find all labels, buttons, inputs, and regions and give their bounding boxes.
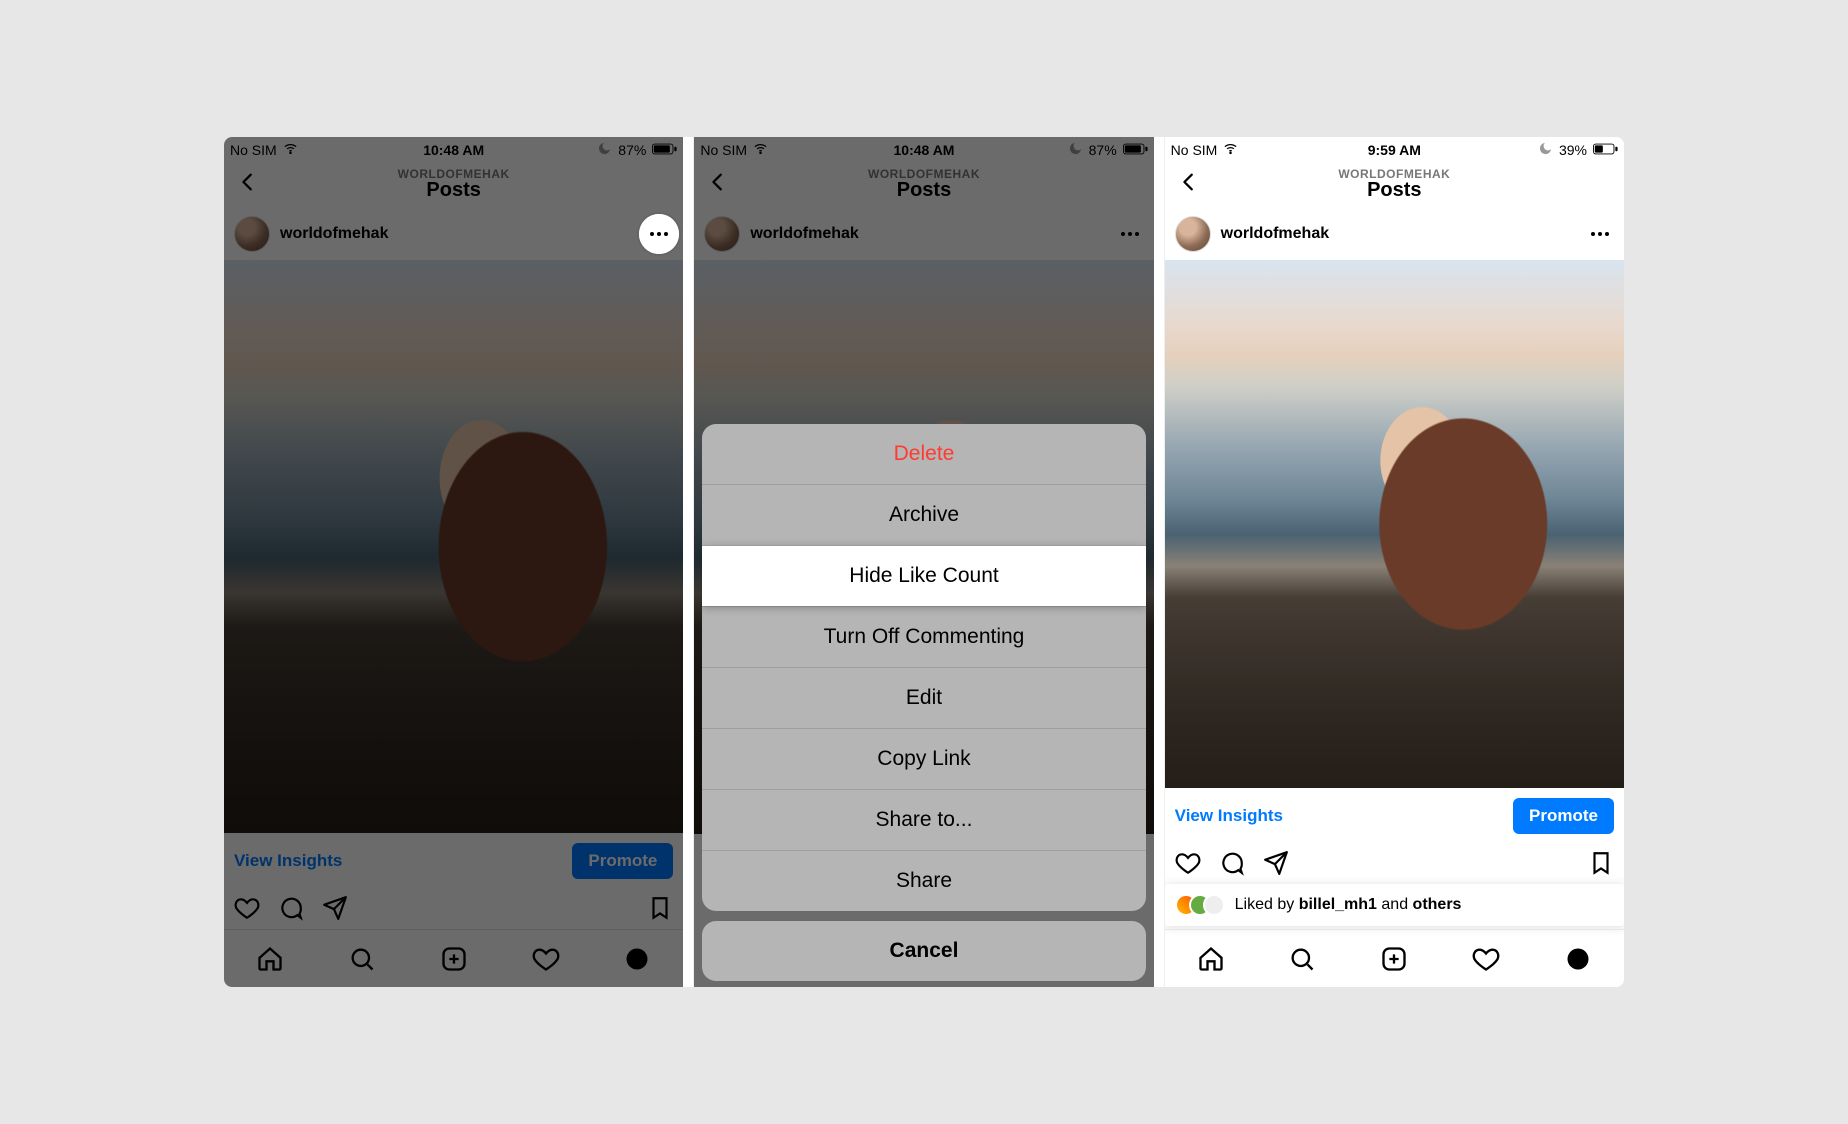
battery-percent: 87% [618, 142, 646, 158]
promote-button[interactable]: Promote [1513, 798, 1614, 834]
carrier-text: No SIM [700, 142, 747, 158]
header-title: Posts [694, 179, 1153, 202]
sheet-item-archive[interactable]: Archive [702, 484, 1145, 545]
like-icon[interactable] [234, 895, 260, 921]
post-username[interactable]: worldofmehak [750, 225, 858, 243]
post-more-button[interactable] [1116, 220, 1144, 248]
post-header: worldofmehak [1165, 208, 1624, 260]
screen-2: No SIM 10:48 AM 87% WORLDOFMEHAK [693, 137, 1153, 987]
share-icon[interactable] [322, 895, 348, 921]
avatar[interactable] [1175, 216, 1211, 252]
back-button[interactable] [1175, 171, 1203, 199]
screen-3: No SIM 9:59 AM 39% WORLDOFMEHAK [1164, 137, 1624, 987]
status-bar: No SIM 9:59 AM 39% [1165, 137, 1624, 163]
save-icon[interactable] [647, 895, 673, 921]
tab-search[interactable] [347, 944, 377, 974]
likes-facepile [1175, 894, 1225, 916]
nav-header: WORLDOFMEHAK Posts [1165, 163, 1624, 208]
post-header: worldofmehak [224, 208, 683, 260]
insights-row: View Insights Promote [224, 833, 683, 889]
nav-header: WORLDOFMEHAK Posts [224, 163, 683, 208]
clock-text: 10:48 AM [350, 142, 557, 158]
dnd-moon-icon [1068, 141, 1083, 159]
tab-bar [224, 929, 683, 987]
battery-percent: 87% [1089, 142, 1117, 158]
header-title: Posts [224, 179, 683, 202]
header-title: Posts [1165, 179, 1624, 202]
view-insights-link[interactable]: View Insights [1175, 806, 1283, 826]
battery-icon [1593, 142, 1618, 158]
status-bar: No SIM 10:48 AM 87% [694, 137, 1153, 163]
post-header: worldofmehak [694, 208, 1153, 260]
likes-text: Liked by billel_mh1 and others [1235, 896, 1462, 914]
avatar[interactable] [234, 216, 270, 252]
post-username[interactable]: worldofmehak [280, 225, 388, 243]
nav-header: WORLDOFMEHAK Posts [694, 163, 1153, 208]
like-icon[interactable] [1175, 850, 1201, 876]
sheet-item-edit[interactable]: Edit [702, 667, 1145, 728]
back-button[interactable] [234, 171, 262, 199]
sheet-item-turn-off-commenting[interactable]: Turn Off Commenting [702, 606, 1145, 667]
tab-activity[interactable] [1471, 944, 1501, 974]
post-actions [1165, 844, 1624, 884]
tab-home[interactable] [255, 944, 285, 974]
sheet-item-copy-link[interactable]: Copy Link [702, 728, 1145, 789]
back-button[interactable] [704, 171, 732, 199]
tab-create[interactable] [439, 944, 469, 974]
sheet-item-hide-like-count[interactable]: Hide Like Count [702, 545, 1145, 606]
post-actions [224, 889, 683, 929]
post-photo[interactable] [1165, 260, 1624, 788]
comment-icon[interactable] [1219, 850, 1245, 876]
sheet-item-share-to[interactable]: Share to... [702, 789, 1145, 850]
post-more-button[interactable] [645, 220, 673, 248]
wifi-icon [753, 141, 768, 159]
action-sheet-panel: DeleteArchiveHide Like CountTurn Off Com… [702, 424, 1145, 911]
wifi-icon [283, 141, 298, 159]
battery-icon [652, 142, 677, 158]
post-username[interactable]: worldofmehak [1221, 225, 1329, 243]
tab-profile[interactable] [1563, 944, 1593, 974]
battery-icon [1123, 142, 1148, 158]
status-bar: No SIM 10:48 AM 87% [224, 137, 683, 163]
post-more-button[interactable] [1586, 220, 1614, 248]
sheet-item-delete[interactable]: Delete [702, 424, 1145, 484]
post-photo[interactable] [224, 260, 683, 833]
tab-profile[interactable] [622, 944, 652, 974]
share-icon[interactable] [1263, 850, 1289, 876]
tab-activity[interactable] [531, 944, 561, 974]
screen-1: No SIM 10:48 AM 87% WORLDOFMEHAK [224, 137, 683, 987]
comment-icon[interactable] [278, 895, 304, 921]
save-icon[interactable] [1588, 850, 1614, 876]
sheet-item-share[interactable]: Share [702, 850, 1145, 911]
view-insights-link[interactable]: View Insights [234, 851, 342, 871]
clock-text: 10:48 AM [820, 142, 1027, 158]
insights-row: View Insights Promote [1165, 788, 1624, 844]
promote-button[interactable]: Promote [572, 843, 673, 879]
likes-row[interactable]: Liked by billel_mh1 and others [1165, 884, 1624, 926]
action-sheet: DeleteArchiveHide Like CountTurn Off Com… [702, 424, 1145, 981]
carrier-text: No SIM [1171, 142, 1218, 158]
tab-search[interactable] [1287, 944, 1317, 974]
tab-create[interactable] [1379, 944, 1409, 974]
tutorial-three-panel: No SIM 10:48 AM 87% WORLDOFMEHAK [224, 137, 1624, 987]
tab-home[interactable] [1196, 944, 1226, 974]
tab-bar [1165, 929, 1624, 987]
avatar[interactable] [704, 216, 740, 252]
action-sheet-cancel[interactable]: Cancel [702, 921, 1145, 981]
dnd-moon-icon [597, 141, 612, 159]
dnd-moon-icon [1538, 141, 1553, 159]
clock-text: 9:59 AM [1291, 142, 1498, 158]
wifi-icon [1223, 141, 1238, 159]
carrier-text: No SIM [230, 142, 277, 158]
battery-percent: 39% [1559, 142, 1587, 158]
